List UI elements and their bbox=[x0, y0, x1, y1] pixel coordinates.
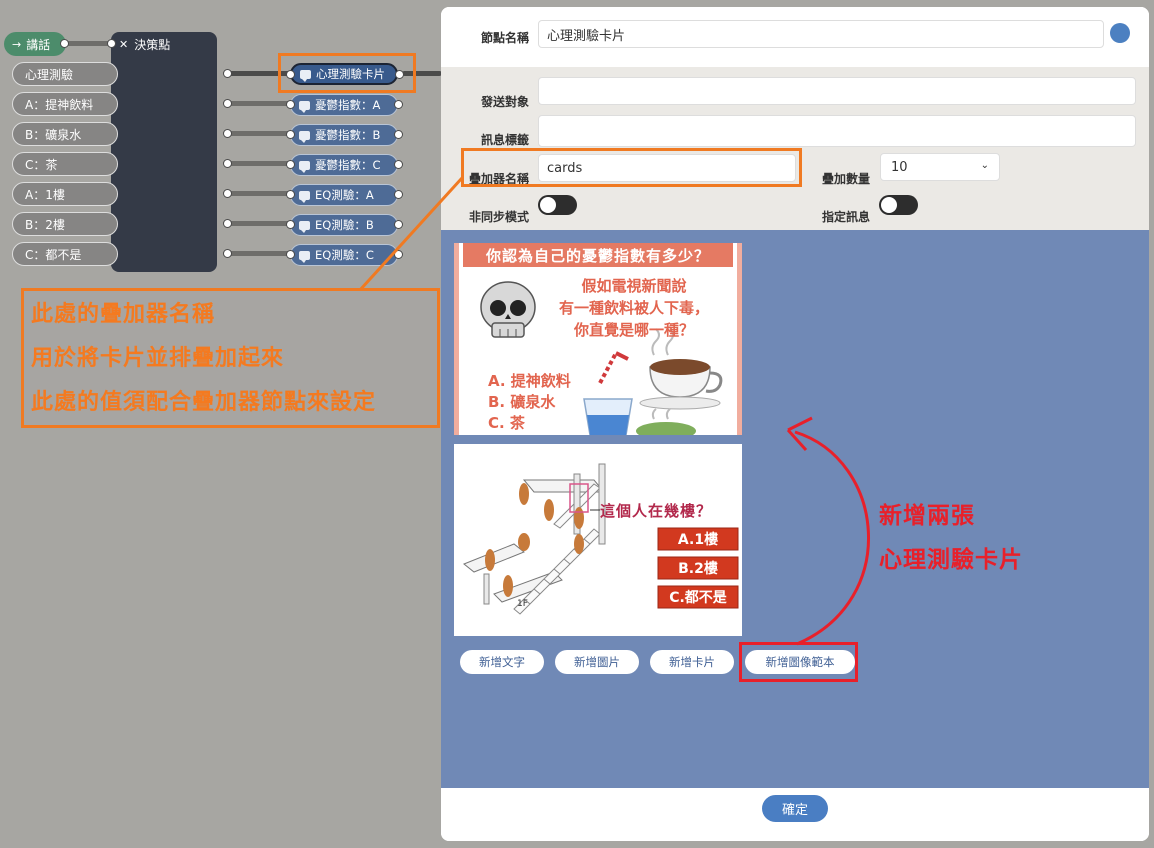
stacker-annotation: 此處的疊加器名稱 用於將卡片並排疊加起來 此處的值須配合疊加器節點來設定 bbox=[21, 288, 440, 428]
cards-annotation: 新增兩張 心理測驗卡片 bbox=[879, 503, 1023, 573]
